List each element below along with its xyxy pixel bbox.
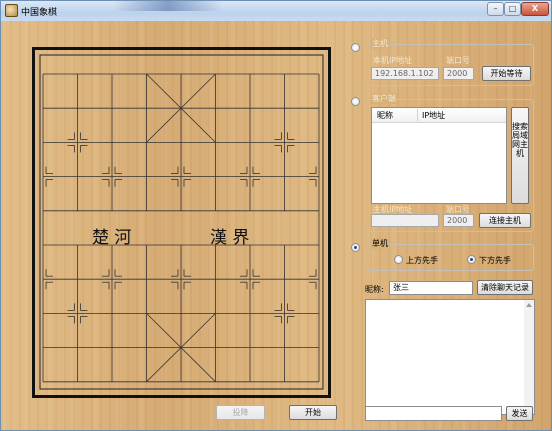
board-outer-border	[32, 47, 331, 398]
clear-chat-button[interactable]: 清除聊天记录	[477, 280, 533, 295]
column-header-nickname[interactable]: 昵称	[377, 110, 393, 121]
host-group-caption: 主机	[371, 38, 389, 49]
window-title: 中国象棋	[21, 8, 58, 18]
single-mode-radio[interactable]	[351, 243, 360, 252]
message-input[interactable]	[365, 406, 502, 421]
host-ip-address-field[interactable]	[371, 214, 439, 227]
scroll-up-arrow-icon[interactable]	[526, 303, 532, 307]
client-mode-radio[interactable]	[351, 97, 360, 106]
chat-log-scrollbar[interactable]	[524, 300, 534, 414]
client-port-field[interactable]: 2000	[443, 214, 474, 227]
chess-board[interactable]: 楚 河 漢 界	[32, 47, 331, 398]
host-ip-field[interactable]: 192.168.1.102	[371, 67, 439, 80]
top-first-radio[interactable]	[394, 255, 403, 264]
search-lan-host-button[interactable]: 搜索局域网主机	[511, 107, 529, 204]
bottom-first-radio[interactable]	[467, 255, 476, 264]
client-group-caption: 客户端	[371, 93, 397, 104]
host-list-header: 昵称 IP地址	[372, 108, 506, 123]
host-port-label: 端口号	[446, 56, 470, 65]
start-game-button[interactable]: 开始	[289, 405, 337, 420]
nickname-label: 昵称:	[365, 285, 384, 294]
app-window: 中国象棋 – □ X 楚 河 漢 界 主机 本机IP地址 端口号 192.168…	[0, 0, 552, 431]
river-label-han-jie: 漢 界	[210, 228, 249, 248]
close-button[interactable]: X	[521, 2, 549, 16]
client-area: 楚 河 漢 界 主机 本机IP地址 端口号 192.168.1.102 2000…	[1, 21, 551, 430]
send-button[interactable]: 发送	[506, 406, 533, 421]
host-port-field[interactable]: 2000	[443, 67, 474, 80]
host-ip-label: 本机IP地址	[373, 56, 413, 65]
connect-host-button[interactable]: 连接主机	[479, 213, 531, 228]
column-header-ip[interactable]: IP地址	[422, 110, 445, 121]
column-separator	[417, 109, 418, 121]
river-label-chu-he: 楚 河	[92, 228, 131, 248]
title-bar[interactable]: 中国象棋 – □ X	[1, 1, 551, 21]
title-bar-highlight	[113, 1, 223, 11]
board-inner-border	[39, 54, 324, 390]
chat-log[interactable]	[365, 299, 535, 415]
minimize-button[interactable]: –	[487, 2, 504, 16]
chess-piece-icon	[5, 4, 18, 17]
maximize-button[interactable]: □	[504, 2, 521, 16]
bottom-first-label[interactable]: 下方先手	[479, 255, 511, 266]
single-group-caption: 单机	[371, 238, 389, 249]
start-wait-button[interactable]: 开始等待	[482, 66, 531, 81]
top-first-label[interactable]: 上方先手	[406, 255, 438, 266]
nickname-field[interactable]: 张三	[389, 281, 473, 295]
surrender-button[interactable]: 投降	[216, 405, 265, 420]
host-list[interactable]: 昵称 IP地址	[371, 107, 507, 204]
search-lan-host-label: 搜索局域网主机	[512, 122, 528, 158]
host-mode-radio[interactable]	[351, 43, 360, 52]
